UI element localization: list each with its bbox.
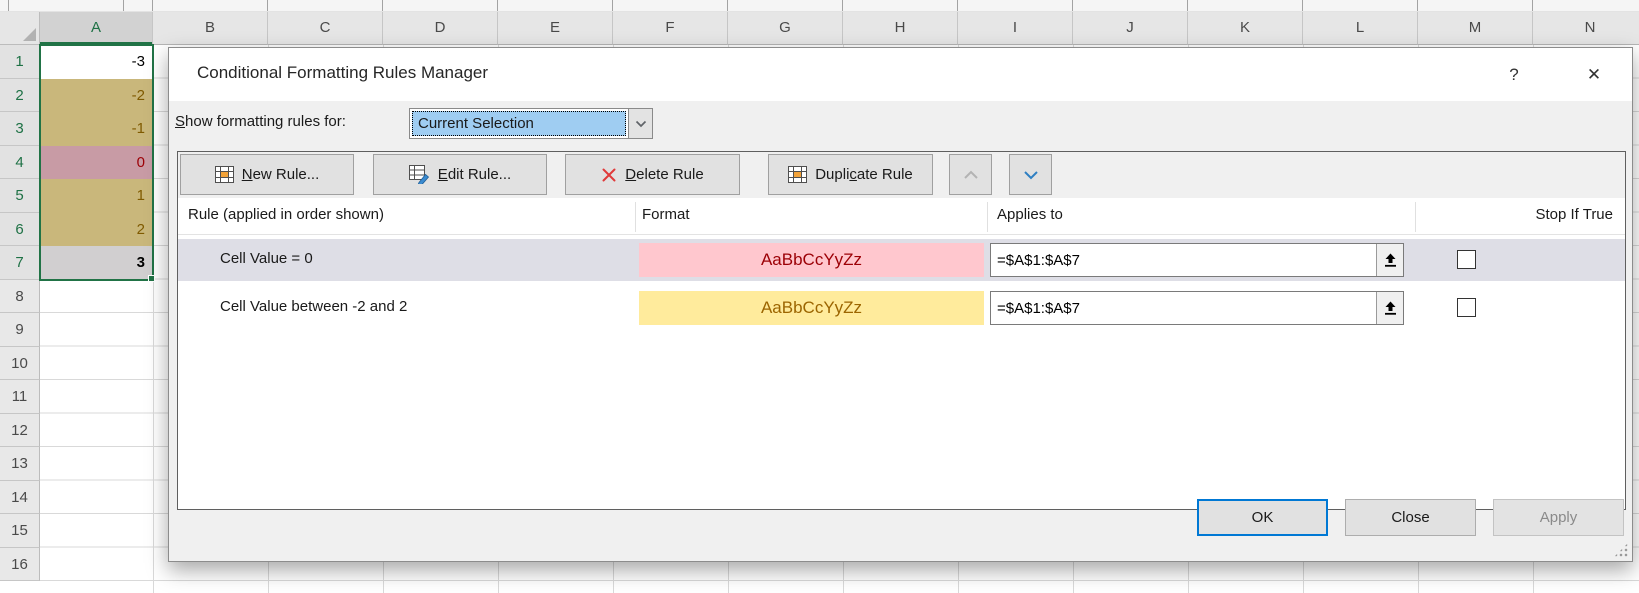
cell-A4[interactable]: 0: [40, 146, 153, 180]
rule-row-selected[interactable]: Cell Value = 0 AaBbCcYyZz: [178, 239, 1625, 281]
delete-rule-label: Delete Rule: [625, 166, 703, 183]
column-separator: [987, 202, 988, 232]
new-rule-button[interactable]: New Rule...: [180, 154, 354, 195]
format-preview: AaBbCcYyZz: [639, 243, 984, 277]
applies-to-column-header: Applies to: [997, 206, 1063, 223]
format-preview: AaBbCcYyZz: [639, 291, 984, 325]
duplicate-rule-table-icon: [788, 166, 807, 183]
row-header-8[interactable]: 8: [0, 280, 40, 314]
column-header-A[interactable]: A: [40, 12, 153, 45]
new-rule-table-icon: [215, 166, 234, 183]
column-header-G[interactable]: G: [728, 12, 843, 45]
column-header-N[interactable]: N: [1533, 12, 1639, 45]
close-icon[interactable]: ✕: [1579, 60, 1609, 90]
delete-x-icon: [601, 167, 617, 183]
cell-A1[interactable]: -3: [40, 45, 153, 79]
row-header-11[interactable]: 11: [0, 380, 40, 414]
move-rule-down-button[interactable]: [1009, 154, 1052, 195]
column-header-H[interactable]: H: [843, 12, 958, 45]
row-header-9[interactable]: 9: [0, 313, 40, 347]
fill-handle[interactable]: [148, 275, 155, 282]
move-rule-up-button[interactable]: [949, 154, 992, 195]
stop-if-true-column-header: Stop If True: [1535, 206, 1613, 223]
row-header-16[interactable]: 16: [0, 548, 40, 582]
resize-grip[interactable]: [1614, 543, 1628, 557]
range-picker-icon: [1384, 253, 1397, 267]
delete-rule-button[interactable]: Delete Rule: [565, 154, 740, 195]
help-button[interactable]: ?: [1499, 60, 1529, 90]
row-header-2[interactable]: 2: [0, 79, 40, 113]
column-header-C[interactable]: C: [268, 12, 383, 45]
rule-description: Cell Value between -2 and 2: [220, 298, 407, 315]
duplicate-rule-button[interactable]: Duplicate Rule: [768, 154, 933, 195]
show-rules-accesskey: S: [175, 113, 185, 130]
rules-toolbar: New Rule... Edit Rule... Delete Rule: [178, 152, 1625, 198]
row-header-7[interactable]: 7: [0, 246, 40, 280]
dialog-title: Conditional Formatting Rules Manager: [197, 63, 488, 83]
row-header-1[interactable]: 1: [0, 45, 40, 79]
show-rules-label-rest: how formatting rules for:: [185, 113, 346, 130]
apply-button[interactable]: Apply: [1493, 499, 1624, 536]
cell-A7[interactable]: 3: [40, 246, 153, 280]
row-header-13[interactable]: 13: [0, 447, 40, 481]
format-column-header: Format: [642, 206, 690, 223]
rule-column-header: Rule (applied in order shown): [188, 206, 384, 223]
row-header-12[interactable]: 12: [0, 414, 40, 448]
column-header-K[interactable]: K: [1188, 12, 1303, 45]
column-header-B[interactable]: B: [153, 12, 268, 45]
edit-rule-button[interactable]: Edit Rule...: [373, 154, 547, 195]
applies-to-input[interactable]: [991, 292, 1376, 324]
stop-if-true-checkbox[interactable]: [1457, 250, 1476, 269]
duplicate-rule-label: Duplicate Rule: [815, 166, 913, 183]
column-separator: [635, 202, 636, 232]
row-header-15[interactable]: 15: [0, 514, 40, 548]
dropdown-arrow-button[interactable]: [628, 109, 652, 138]
chevron-up-icon: [963, 170, 979, 180]
row-header-14[interactable]: 14: [0, 481, 40, 515]
column-header-D[interactable]: D: [383, 12, 498, 45]
rules-list-box: New Rule... Edit Rule... Delete Rule: [177, 151, 1626, 510]
row-header-6[interactable]: 6: [0, 213, 40, 247]
column-header-F[interactable]: F: [613, 12, 728, 45]
chevron-down-icon: [1023, 170, 1039, 180]
ok-button[interactable]: OK: [1197, 499, 1328, 536]
collapse-dialog-button[interactable]: [1376, 244, 1403, 276]
column-header-M[interactable]: M: [1418, 12, 1533, 45]
cell-A5[interactable]: 1: [40, 179, 153, 213]
cell-A3[interactable]: -1: [40, 112, 153, 146]
chevron-down-icon: [635, 120, 647, 128]
new-rule-label: New Rule...: [242, 166, 320, 183]
row-header-4[interactable]: 4: [0, 146, 40, 180]
formula-bar-edge: [0, 0, 1639, 12]
rule-description: Cell Value = 0: [220, 250, 313, 267]
column-header-J[interactable]: J: [1073, 12, 1188, 45]
select-all-corner[interactable]: [0, 12, 40, 45]
stop-if-true-checkbox[interactable]: [1457, 298, 1476, 317]
rules-scope-dropdown[interactable]: Current Selection: [409, 108, 653, 139]
row-header-10[interactable]: 10: [0, 347, 40, 381]
show-formatting-rules-label: Show formatting rules for:: [175, 113, 346, 130]
rules-list-header: Rule (applied in order shown) Format App…: [178, 198, 1625, 235]
rules-scope-selected-value: Current Selection: [412, 111, 626, 136]
applies-to-field: [990, 291, 1404, 325]
column-header-E[interactable]: E: [498, 12, 613, 45]
cell-A2[interactable]: -2: [40, 79, 153, 113]
cell-A6[interactable]: 2: [40, 213, 153, 247]
applies-to-field: [990, 243, 1404, 277]
rule-row[interactable]: Cell Value between -2 and 2 AaBbCcYyZz: [178, 287, 1625, 329]
row-header-3[interactable]: 3: [0, 112, 40, 146]
dialog-titlebar[interactable]: Conditional Formatting Rules Manager ? ✕: [169, 48, 1632, 101]
column-header-L[interactable]: L: [1303, 12, 1418, 45]
edit-rule-pencil-icon: [409, 165, 430, 184]
row-header-5[interactable]: 5: [0, 179, 40, 213]
column-separator: [1415, 202, 1416, 232]
collapse-dialog-button[interactable]: [1376, 292, 1403, 324]
excel-window: ABCDEFGHIJKLMN 12345678910111213141516 -…: [0, 0, 1639, 593]
conditional-formatting-rules-manager-dialog: Conditional Formatting Rules Manager ? ✕…: [168, 47, 1633, 562]
applies-to-input[interactable]: [991, 244, 1376, 276]
edit-rule-label: Edit Rule...: [438, 166, 511, 183]
close-button[interactable]: Close: [1345, 499, 1476, 536]
range-picker-icon: [1384, 301, 1397, 315]
column-header-I[interactable]: I: [958, 12, 1073, 45]
